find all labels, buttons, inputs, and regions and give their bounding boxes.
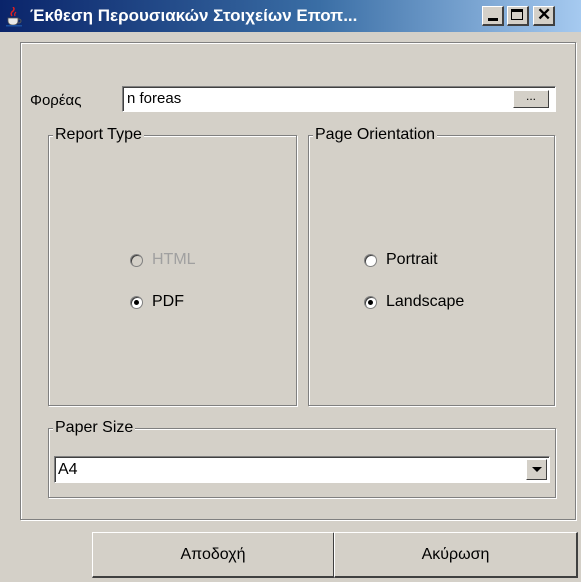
java-cup-icon xyxy=(6,7,22,27)
browse-button[interactable]: ... xyxy=(513,90,549,108)
radio-portrait-label: Portrait xyxy=(386,251,438,268)
radio-landscape[interactable]: Landscape xyxy=(364,293,464,311)
radio-pdf-indicator xyxy=(130,295,143,309)
paper-size-value: A4 xyxy=(58,461,78,478)
report-type-title: Report Type xyxy=(53,125,144,145)
radio-landscape-indicator xyxy=(364,295,377,309)
radio-html-label: HTML xyxy=(152,251,196,268)
title-bar[interactable]: Έκθεση Περουσιακών Στοιχείων Εποπ... ✕ xyxy=(0,0,581,32)
foreas-value: n foreas xyxy=(127,90,182,107)
foreas-label: Φορέας xyxy=(30,92,82,109)
page-orientation-group: Page Orientation xyxy=(308,125,555,406)
radio-pdf-label: PDF xyxy=(152,293,184,310)
radio-html[interactable]: HTML xyxy=(130,251,196,269)
maximize-icon xyxy=(511,9,523,20)
close-icon: ✕ xyxy=(537,5,552,24)
radio-portrait[interactable]: Portrait xyxy=(364,251,438,269)
minimize-icon xyxy=(488,18,498,21)
paper-size-title: Paper Size xyxy=(53,418,136,438)
report-type-group: Report Type xyxy=(48,125,297,406)
accept-button[interactable]: Αποδοχή xyxy=(92,532,335,578)
radio-landscape-label: Landscape xyxy=(386,293,465,310)
chevron-down-icon[interactable] xyxy=(526,459,547,480)
minimize-button[interactable] xyxy=(482,6,504,26)
radio-portrait-indicator xyxy=(364,253,377,267)
maximize-button[interactable] xyxy=(507,6,529,26)
foreas-field[interactable]: n foreas ... xyxy=(122,86,556,112)
radio-pdf[interactable]: PDF xyxy=(130,293,184,311)
radio-html-indicator xyxy=(130,253,143,267)
window-title: Έκθεση Περουσιακών Στοιχείων Εποπ... xyxy=(30,6,358,25)
close-button[interactable]: ✕ xyxy=(533,5,555,26)
cancel-button[interactable]: Ακύρωση xyxy=(334,532,578,578)
page-orientation-title: Page Orientation xyxy=(313,125,438,145)
paper-size-select[interactable]: A4 xyxy=(54,456,550,483)
